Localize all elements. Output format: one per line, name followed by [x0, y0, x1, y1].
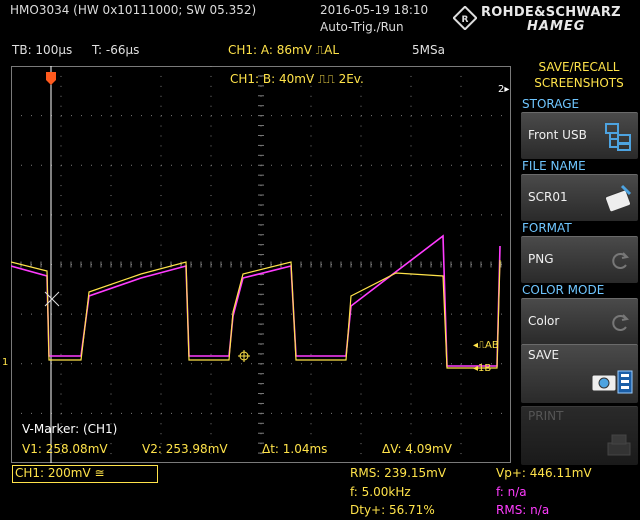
- rotate-cycle-icon: [612, 252, 630, 269]
- storage-value: Front USB: [528, 128, 587, 142]
- ch1-scale: CH1: 200mV ≅: [15, 466, 105, 480]
- meas-vp: Vp+: 446.11mV: [496, 466, 592, 480]
- menu-title-line2: SCREENSHOTS: [534, 76, 624, 90]
- trigger-time: T: -66µs: [92, 43, 140, 57]
- filename-value: SCR01: [528, 190, 568, 204]
- datetime: 2016-05-19 18:10: [320, 3, 429, 17]
- vmarker-dv: ΔV: 4.09mV: [382, 442, 452, 456]
- math-waveform: [11, 234, 501, 367]
- filename-label: FILE NAME: [522, 159, 586, 173]
- print-label: PRINT: [528, 409, 564, 423]
- ch1-waveform: [11, 259, 501, 369]
- meas-freq: f: 5.00kHz: [350, 485, 411, 499]
- ch1-scale-box[interactable]: CH1: 200mV ≅: [12, 465, 158, 483]
- keyboard-pen-icon: [604, 184, 632, 213]
- sample-rate: 5MSa: [412, 43, 445, 57]
- meas-rms: RMS: 239.15mV: [350, 466, 447, 480]
- printer-icon: [607, 434, 631, 456]
- meas-freq-na: f: n/a: [496, 485, 527, 499]
- camera-save-icon: [591, 370, 633, 394]
- brand-line2: HAMEG: [527, 19, 586, 34]
- timebase: TB: 100µs: [12, 43, 73, 57]
- trigger-b: CH1: B: 40mV ⎍⎍ 2Ev.: [230, 72, 364, 86]
- format-value: PNG: [528, 252, 554, 266]
- rs-diamond-icon: R: [453, 6, 477, 30]
- brand-logo: R ROHDE&SCHWARZ HAMEG: [453, 4, 637, 34]
- print-button[interactable]: PRINT: [521, 406, 638, 465]
- format-label: FORMAT: [522, 221, 572, 235]
- trigger-a: CH1: A: 86mV ⎍AL: [228, 43, 340, 57]
- svg-text:R: R: [462, 15, 469, 25]
- graticule: [11, 66, 511, 463]
- save-label: SAVE: [528, 348, 560, 362]
- trigger-1b-marker[interactable]: ◂1B: [473, 363, 491, 374]
- colormode-button[interactable]: Color: [521, 298, 638, 345]
- trigger-ab-marker[interactable]: ◂⎍AB: [473, 340, 499, 351]
- trigger-mode: Auto-Trig./Run: [320, 20, 404, 34]
- format-button[interactable]: PNG: [521, 236, 638, 283]
- trigger-position-marker: [46, 72, 56, 85]
- ch1-ground-marker[interactable]: 1: [2, 357, 8, 368]
- device-model: HMO3034 (HW 0x10111000; SW 05.352): [10, 3, 257, 17]
- menu-title-line1: SAVE/RECALL: [538, 60, 620, 74]
- vmarker-v1: V1: 258.08mV: [22, 442, 108, 456]
- colormode-value: Color: [528, 314, 560, 328]
- vmarker-title: V-Marker: (CH1): [22, 422, 118, 436]
- storage-label: STORAGE: [522, 97, 580, 111]
- colormode-label: COLOR MODE: [522, 283, 605, 297]
- waveform-display[interactable]: [11, 66, 511, 463]
- folder-tree-icon: [605, 123, 631, 151]
- brand-line1: ROHDE&SCHWARZ: [481, 5, 621, 20]
- meas-duty: Dty+: 56.71%: [350, 503, 435, 517]
- storage-button[interactable]: Front USB: [521, 112, 638, 159]
- filename-button[interactable]: SCR01: [521, 174, 638, 221]
- right-marker-2: 2▸: [498, 84, 510, 95]
- rotate-cycle-icon: [612, 314, 630, 331]
- meas-rms-na: RMS: n/a: [496, 503, 550, 517]
- vmarker-dt: Δt: 1.04ms: [262, 442, 328, 456]
- vmarker-v2: V2: 253.98mV: [142, 442, 228, 456]
- save-button[interactable]: SAVE: [521, 344, 638, 403]
